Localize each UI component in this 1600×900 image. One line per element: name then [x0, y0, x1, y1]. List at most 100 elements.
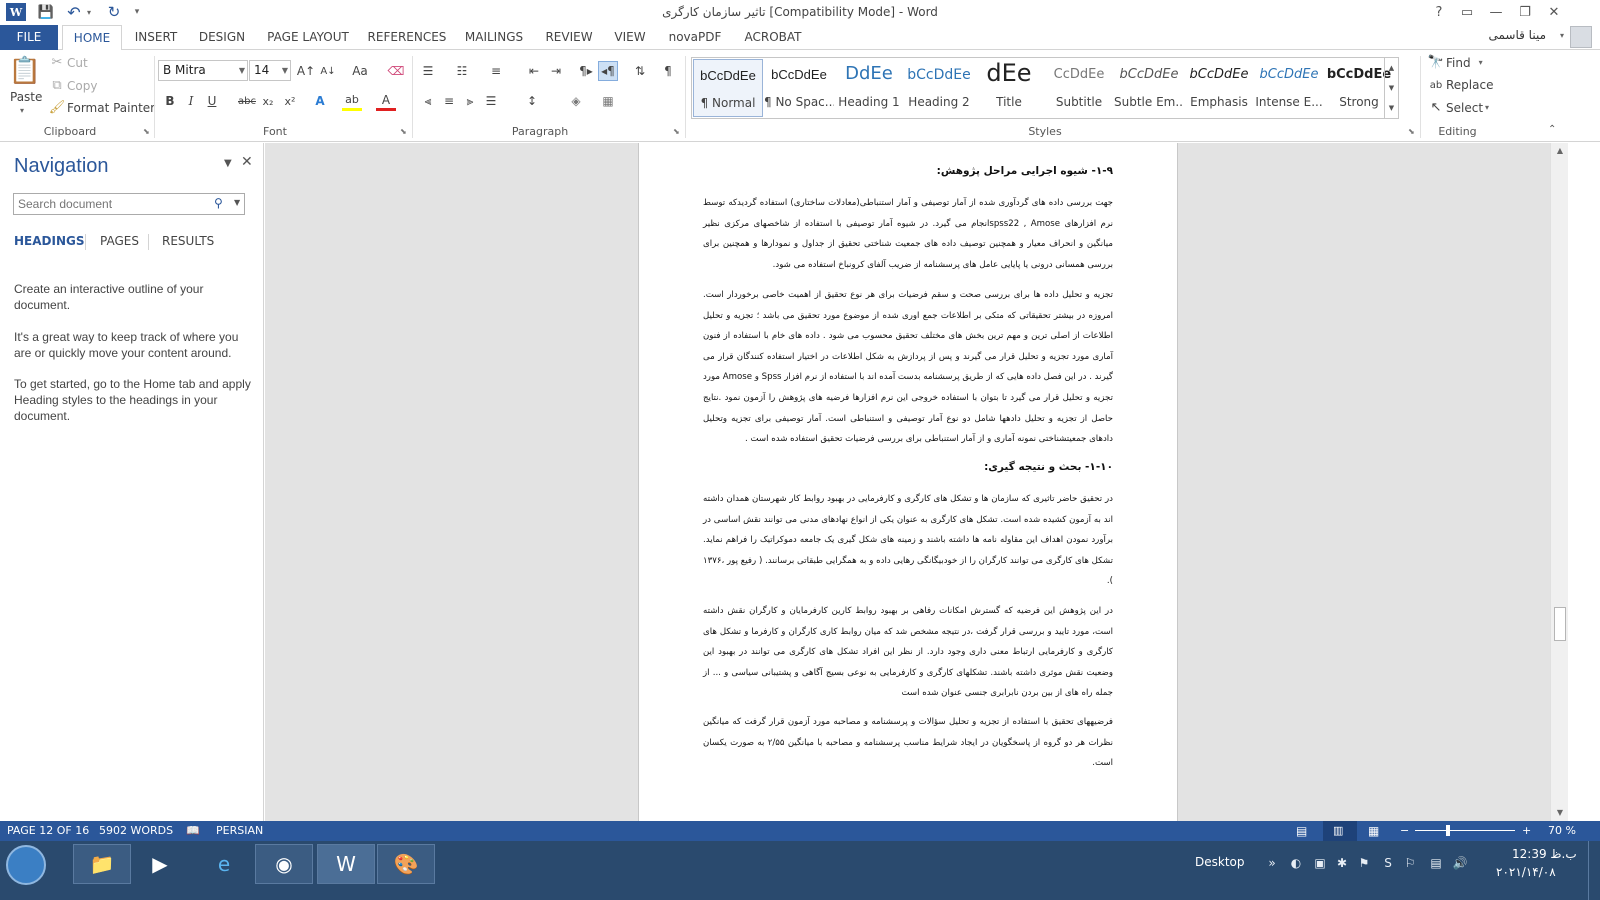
align-right-icon[interactable]: ⫸	[460, 91, 480, 111]
format-painter-button[interactable]: 🖌 Format Painter	[49, 100, 155, 115]
style-heading-2[interactable]: bCcDdEe Heading 2	[904, 59, 974, 117]
start-button[interactable]	[6, 845, 46, 885]
grow-font-button[interactable]: A↑	[296, 61, 316, 81]
file-explorer-icon[interactable]: 📁	[73, 844, 131, 884]
show-formatting-marks-icon[interactable]: ¶	[658, 61, 678, 81]
tab-design[interactable]: DESIGN	[194, 25, 250, 50]
tab-headings[interactable]: HEADINGS	[14, 234, 85, 248]
tray-app-icon[interactable]: ◐	[1288, 855, 1304, 871]
word-count[interactable]: 5902 WORDS	[99, 824, 173, 837]
tab-view[interactable]: VIEW	[608, 25, 652, 50]
italic-button[interactable]: I	[181, 91, 201, 111]
chrome-icon[interactable]: ◉	[255, 844, 313, 884]
select-button[interactable]: ↖ Select ▾	[1428, 100, 1490, 115]
tab-page-layout[interactable]: PAGE LAYOUT	[262, 25, 354, 50]
word-taskbar-icon[interactable]: W	[317, 844, 375, 884]
tab-novapdf[interactable]: novaPDF	[664, 25, 726, 50]
numbering-icon[interactable]: ☷	[452, 61, 472, 81]
multilevel-list-icon[interactable]: ≡	[486, 61, 506, 81]
text-effects-button[interactable]: A	[310, 91, 330, 111]
clock-date[interactable]: ۲۰۲۱/۱۴/۰۸	[1496, 865, 1556, 879]
paste-button[interactable]: Paste	[10, 90, 42, 104]
clipboard-launcher-icon[interactable]: ⬊	[143, 127, 150, 136]
tab-references[interactable]: REFERENCES	[366, 25, 448, 50]
tab-home[interactable]: HOME	[62, 25, 122, 51]
zoom-in-button[interactable]: +	[1522, 824, 1531, 837]
style-title[interactable]: dEe Title	[974, 59, 1044, 117]
internet-explorer-icon[interactable]: e	[195, 844, 253, 884]
zoom-level[interactable]: 70 %	[1548, 824, 1576, 837]
copy-button[interactable]: ⧉ Copy	[49, 78, 97, 93]
tray-expand-icon[interactable]: »	[1264, 855, 1280, 871]
media-player-icon[interactable]: ▶	[131, 844, 189, 884]
styles-launcher-icon[interactable]: ⬊	[1408, 127, 1415, 136]
sort-icon[interactable]: ⇅	[630, 61, 650, 81]
read-mode-icon[interactable]: ▤	[1296, 824, 1307, 838]
subscript-button[interactable]: x₂	[258, 91, 278, 111]
shrink-font-button[interactable]: A↓	[318, 61, 338, 81]
strikethrough-button[interactable]: abc	[236, 91, 258, 111]
restore-button[interactable]: ❐	[1511, 2, 1539, 22]
scroll-down-icon[interactable]: ▼	[1551, 805, 1569, 821]
skype-icon[interactable]: S	[1380, 855, 1396, 871]
tab-acrobat[interactable]: ACROBAT	[740, 25, 806, 50]
superscript-button[interactable]: x²	[280, 91, 300, 111]
shading-icon[interactable]: ◈	[566, 91, 586, 111]
volume-icon[interactable]: 🔊	[1452, 855, 1468, 871]
tab-pages[interactable]: PAGES	[100, 234, 139, 248]
style-subtle-emphasis[interactable]: bCcDdEe Subtle Em...	[1114, 59, 1184, 117]
show-desktop-button[interactable]	[1588, 841, 1600, 900]
tray-app-icon[interactable]: ▣	[1312, 855, 1328, 871]
user-name[interactable]: مینا قاسمی	[1488, 28, 1546, 42]
web-layout-icon[interactable]: ▦	[1368, 824, 1379, 838]
zoom-slider[interactable]	[1415, 825, 1515, 836]
tab-results[interactable]: RESULTS	[162, 234, 214, 248]
paragraph-launcher-icon[interactable]: ⬊	[673, 127, 680, 136]
network-icon[interactable]: ▤	[1428, 855, 1444, 871]
replace-button[interactable]: ab Replace	[1428, 78, 1494, 92]
font-size-combo[interactable]: 14 ▼	[249, 60, 291, 81]
proofing-icon[interactable]: 📖	[186, 824, 200, 837]
chevron-up-icon[interactable]: ▲	[1389, 64, 1394, 72]
bullets-icon[interactable]: ☰	[418, 61, 438, 81]
font-launcher-icon[interactable]: ⬊	[400, 127, 407, 136]
page-count[interactable]: PAGE 12 OF 16	[7, 824, 89, 837]
highlight-button[interactable]: ab	[342, 91, 362, 111]
search-input[interactable]	[13, 193, 245, 215]
style-no-spacing[interactable]: bCcDdEe ¶ No Spac...	[764, 59, 834, 117]
change-case-button[interactable]: Aa	[346, 61, 374, 81]
tab-mailings[interactable]: MAILINGS	[460, 25, 528, 50]
increase-indent-icon[interactable]: ⇥	[546, 61, 566, 81]
zoom-out-button[interactable]: −	[1400, 824, 1409, 837]
ribbon-display-options-button[interactable]: ▭	[1453, 2, 1481, 22]
desktop-toolbar[interactable]: Desktop	[1195, 855, 1245, 869]
font-color-button[interactable]: A	[376, 91, 396, 111]
scroll-up-icon[interactable]: ▲	[1551, 143, 1569, 159]
navigation-options-icon[interactable]: ▼	[224, 158, 232, 169]
right-to-left-icon[interactable]: ◂¶	[598, 61, 618, 81]
zoom-slider-thumb[interactable]	[1446, 825, 1451, 836]
tab-file[interactable]: FILE	[0, 25, 58, 50]
decrease-indent-icon[interactable]: ⇤	[524, 61, 544, 81]
avatar[interactable]	[1570, 26, 1592, 48]
find-button[interactable]: 🔭 Find ▾	[1428, 55, 1483, 70]
align-center-icon[interactable]: ≡	[439, 91, 459, 111]
tray-app-icon[interactable]: ⚑	[1356, 855, 1372, 871]
tab-insert[interactable]: INSERT	[128, 25, 184, 50]
tab-review[interactable]: REVIEW	[542, 25, 596, 50]
close-icon[interactable]: ✕	[241, 154, 253, 170]
paste-dropdown-icon[interactable]: ▾	[20, 106, 24, 115]
more-styles-icon[interactable]: ▼	[1389, 104, 1394, 112]
chevron-down-icon[interactable]: ▼	[1389, 84, 1394, 92]
style-emphasis[interactable]: bCcDdEe Emphasis	[1184, 59, 1254, 117]
clock-time[interactable]: 12:39 ب.ظ	[1512, 847, 1577, 861]
justify-icon[interactable]: ☰	[481, 91, 501, 111]
user-dropdown-icon[interactable]: ▾	[1560, 31, 1564, 40]
tray-app-icon[interactable]: ✱	[1334, 855, 1350, 871]
minimize-button[interactable]: —	[1482, 2, 1510, 22]
bold-button[interactable]: B	[160, 91, 180, 111]
line-spacing-icon[interactable]: ↕	[522, 91, 542, 111]
help-button[interactable]: ?	[1425, 2, 1453, 22]
cut-button[interactable]: ✂ Cut	[49, 55, 88, 70]
action-center-icon[interactable]: ⚐	[1402, 855, 1418, 871]
